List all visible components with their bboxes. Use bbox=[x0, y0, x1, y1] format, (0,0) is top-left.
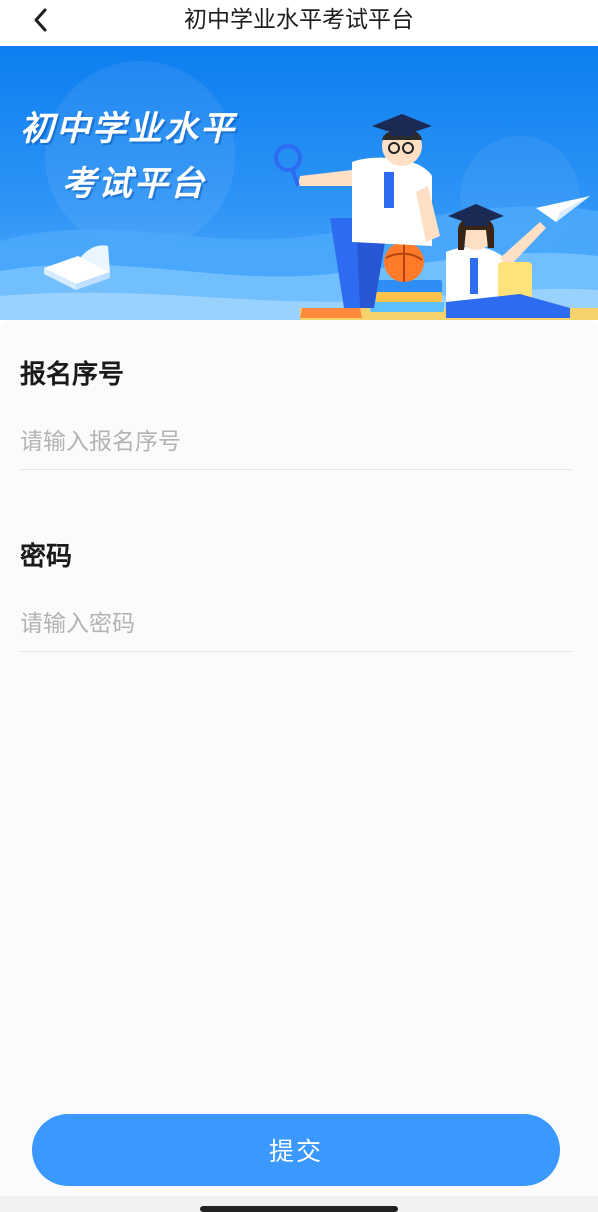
page-title: 初中学业水平考试平台 bbox=[184, 7, 414, 33]
login-form: 报名序号 密码 bbox=[0, 320, 598, 1200]
login-page: 初中学业水平考试平台 初中学业水平 考试平台 报名序号 请输入报名序号 密码 提… bbox=[0, 0, 598, 1212]
registration-number-input[interactable] bbox=[20, 414, 572, 470]
banner-title-line-2: 考试平台 bbox=[62, 164, 206, 204]
top-nav-bar: 初中学业水平考试平台 bbox=[0, 0, 598, 46]
password-input[interactable] bbox=[20, 596, 572, 652]
submit-button[interactable]: 提交 bbox=[32, 1114, 560, 1186]
banner-title: 初中学业水平 考试平台 bbox=[20, 104, 290, 214]
banner: 初中学业水平 考试平台 bbox=[0, 46, 598, 320]
password-label: 密码 bbox=[20, 542, 73, 572]
home-indicator[interactable] bbox=[200, 1206, 398, 1212]
banner-title-line-1: 初中学业水平 bbox=[20, 109, 236, 149]
registration-number-label: 报名序号 bbox=[20, 360, 125, 390]
